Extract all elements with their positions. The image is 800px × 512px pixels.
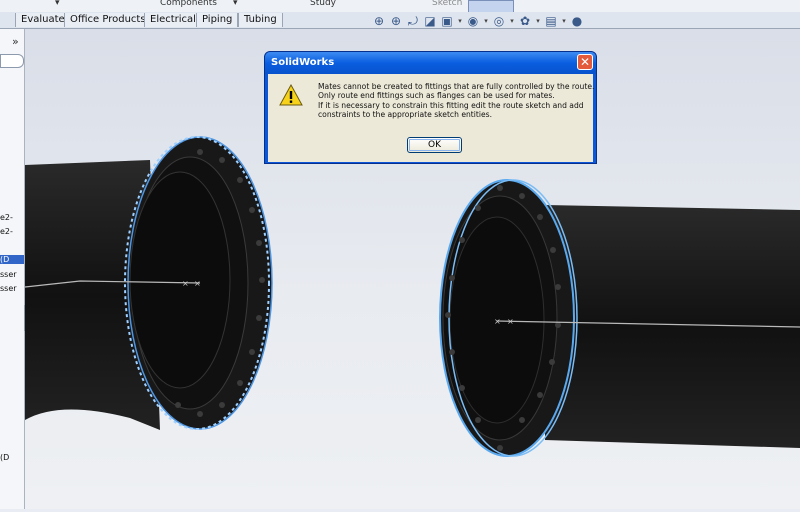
dropdown-arrow-icon[interactable]: ▾ bbox=[55, 0, 60, 8]
message-dialog: SolidWorks ✕ Mates cannot be created to … bbox=[264, 51, 597, 164]
study-tab[interactable]: Study bbox=[310, 0, 336, 8]
svg-text:×: × bbox=[194, 279, 201, 288]
message-line: Only route end fittings such as flanges … bbox=[318, 91, 555, 101]
dialog-message: Mates cannot be created to fittings that… bbox=[318, 82, 595, 120]
dropdown-arrow-icon[interactable]: ▾ bbox=[535, 14, 541, 28]
scene-icon[interactable]: ▤ bbox=[544, 14, 558, 28]
zoom-fit-icon[interactable]: ⊕ bbox=[372, 14, 386, 28]
section-view-icon[interactable]: ◪ bbox=[423, 14, 437, 28]
tree-filter-input[interactable] bbox=[0, 54, 24, 68]
dropdown-arrow-icon[interactable]: ▾ bbox=[233, 0, 238, 8]
realview-icon[interactable]: ● bbox=[570, 14, 584, 28]
sketch-tab[interactable]: Sketch bbox=[432, 0, 462, 8]
previous-view-icon[interactable]: ⤾ bbox=[406, 14, 420, 28]
tree-item[interactable]: sser bbox=[0, 270, 24, 279]
tree-item[interactable]: e2- bbox=[0, 213, 24, 222]
message-line: If it is necessary to constrain this fit… bbox=[318, 100, 584, 110]
appearance-icon[interactable]: ✿ bbox=[518, 14, 532, 28]
zoom-area-icon[interactable]: ⊕ bbox=[389, 14, 403, 28]
dropdown-arrow-icon[interactable]: ▾ bbox=[509, 14, 515, 28]
svg-text:×: × bbox=[182, 279, 189, 288]
dialog-title-bar[interactable]: SolidWorks ✕ bbox=[265, 52, 596, 74]
display-style-icon[interactable]: ◉ bbox=[466, 14, 480, 28]
ok-button[interactable]: OK bbox=[407, 137, 462, 153]
tab-electrical[interactable]: Electrical bbox=[144, 13, 202, 27]
tree-item[interactable]: (D bbox=[0, 453, 24, 462]
message-line: Mates cannot be created to fittings that… bbox=[318, 82, 595, 91]
heads-up-view-toolbar: ⊕ ⊕ ⤾ ◪ ▣ ▾ ◉ ▾ ◎ ▾ ✿ ▾ ▤ ▾ ● bbox=[372, 14, 584, 30]
dropdown-arrow-icon[interactable]: ▾ bbox=[457, 14, 463, 28]
feature-manager-panel: » e2- e2- (D sser sser (D bbox=[0, 29, 25, 509]
dialog-body: Mates cannot be created to fittings that… bbox=[268, 74, 595, 162]
tab-tubing[interactable]: Tubing bbox=[238, 13, 283, 27]
tab-piping[interactable]: Piping bbox=[196, 13, 239, 27]
tree-item[interactable]: sser bbox=[0, 284, 24, 293]
message-line: constraints to the appropriate sketch en… bbox=[318, 110, 493, 120]
dialog-title: SolidWorks bbox=[271, 57, 335, 68]
components-tab[interactable]: Components bbox=[160, 0, 217, 8]
dropdown-arrow-icon[interactable]: ▾ bbox=[561, 14, 567, 28]
svg-text:×: × bbox=[507, 317, 514, 326]
view-orientation-icon[interactable]: ▣ bbox=[440, 14, 454, 28]
warning-icon bbox=[279, 84, 303, 106]
expand-panel-icon[interactable]: » bbox=[12, 35, 19, 48]
tree-item[interactable]: e2- bbox=[0, 227, 24, 236]
tree-item-selected[interactable]: (D bbox=[0, 255, 24, 264]
tab-evaluate[interactable]: Evaluate bbox=[15, 13, 71, 27]
svg-text:×: × bbox=[494, 317, 501, 326]
hide-show-icon[interactable]: ◎ bbox=[492, 14, 506, 28]
tab-office-products[interactable]: Office Products bbox=[64, 13, 152, 27]
close-icon[interactable]: ✕ bbox=[577, 54, 593, 70]
dropdown-arrow-icon[interactable]: ▾ bbox=[483, 14, 489, 28]
